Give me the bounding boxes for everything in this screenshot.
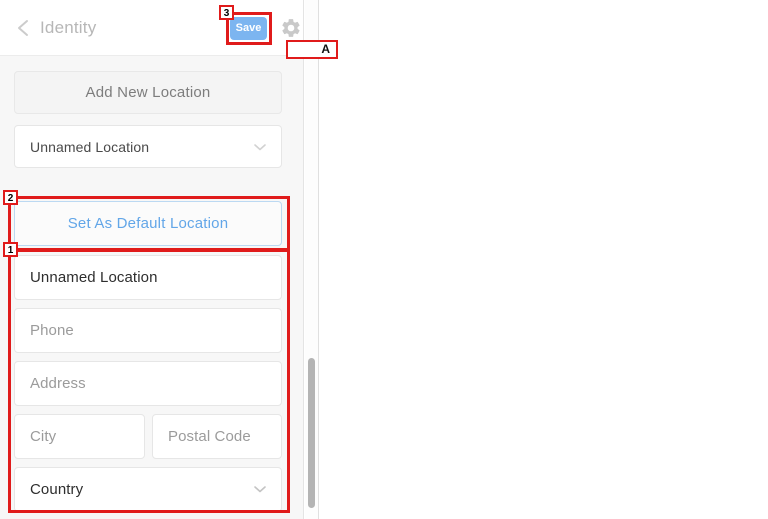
postal-code-placeholder: Postal Code [168, 428, 251, 445]
phone-input[interactable]: Phone [14, 308, 282, 353]
back-chevron-icon[interactable] [12, 16, 34, 40]
location-name-input[interactable]: Unnamed Location [14, 255, 282, 300]
city-input[interactable]: City [14, 414, 145, 459]
scrollbar-thumb[interactable] [308, 358, 315, 508]
set-as-default-location-label: Set As Default Location [67, 215, 229, 232]
country-select[interactable]: Country [14, 467, 282, 512]
country-value: Country [30, 481, 84, 498]
add-new-location-button[interactable]: Add New Location [14, 71, 282, 114]
phone-placeholder: Phone [30, 322, 74, 339]
add-new-location-label: Add New Location [85, 84, 211, 101]
address-input[interactable]: Address [14, 361, 282, 406]
set-as-default-location-button[interactable]: Set As Default Location [14, 201, 282, 246]
chevron-down-icon [253, 484, 267, 494]
app-body: Add New Location Unnamed Location Set As… [0, 56, 303, 519]
save-button[interactable]: Save [230, 17, 267, 40]
address-placeholder: Address [30, 375, 86, 392]
gear-icon[interactable] [280, 17, 302, 39]
chevron-down-icon [253, 142, 267, 152]
app-panel: Identity Save Add New Location Unnamed L… [0, 0, 304, 519]
postal-code-input[interactable]: Postal Code [152, 414, 282, 459]
app-header: Identity Save [0, 0, 303, 56]
location-select-dropdown[interactable]: Unnamed Location [14, 125, 282, 168]
location-select-value: Unnamed Location [30, 139, 150, 155]
location-name-value: Unnamed Location [30, 269, 158, 286]
page-title: Identity [40, 18, 97, 37]
city-placeholder: City [30, 428, 57, 445]
